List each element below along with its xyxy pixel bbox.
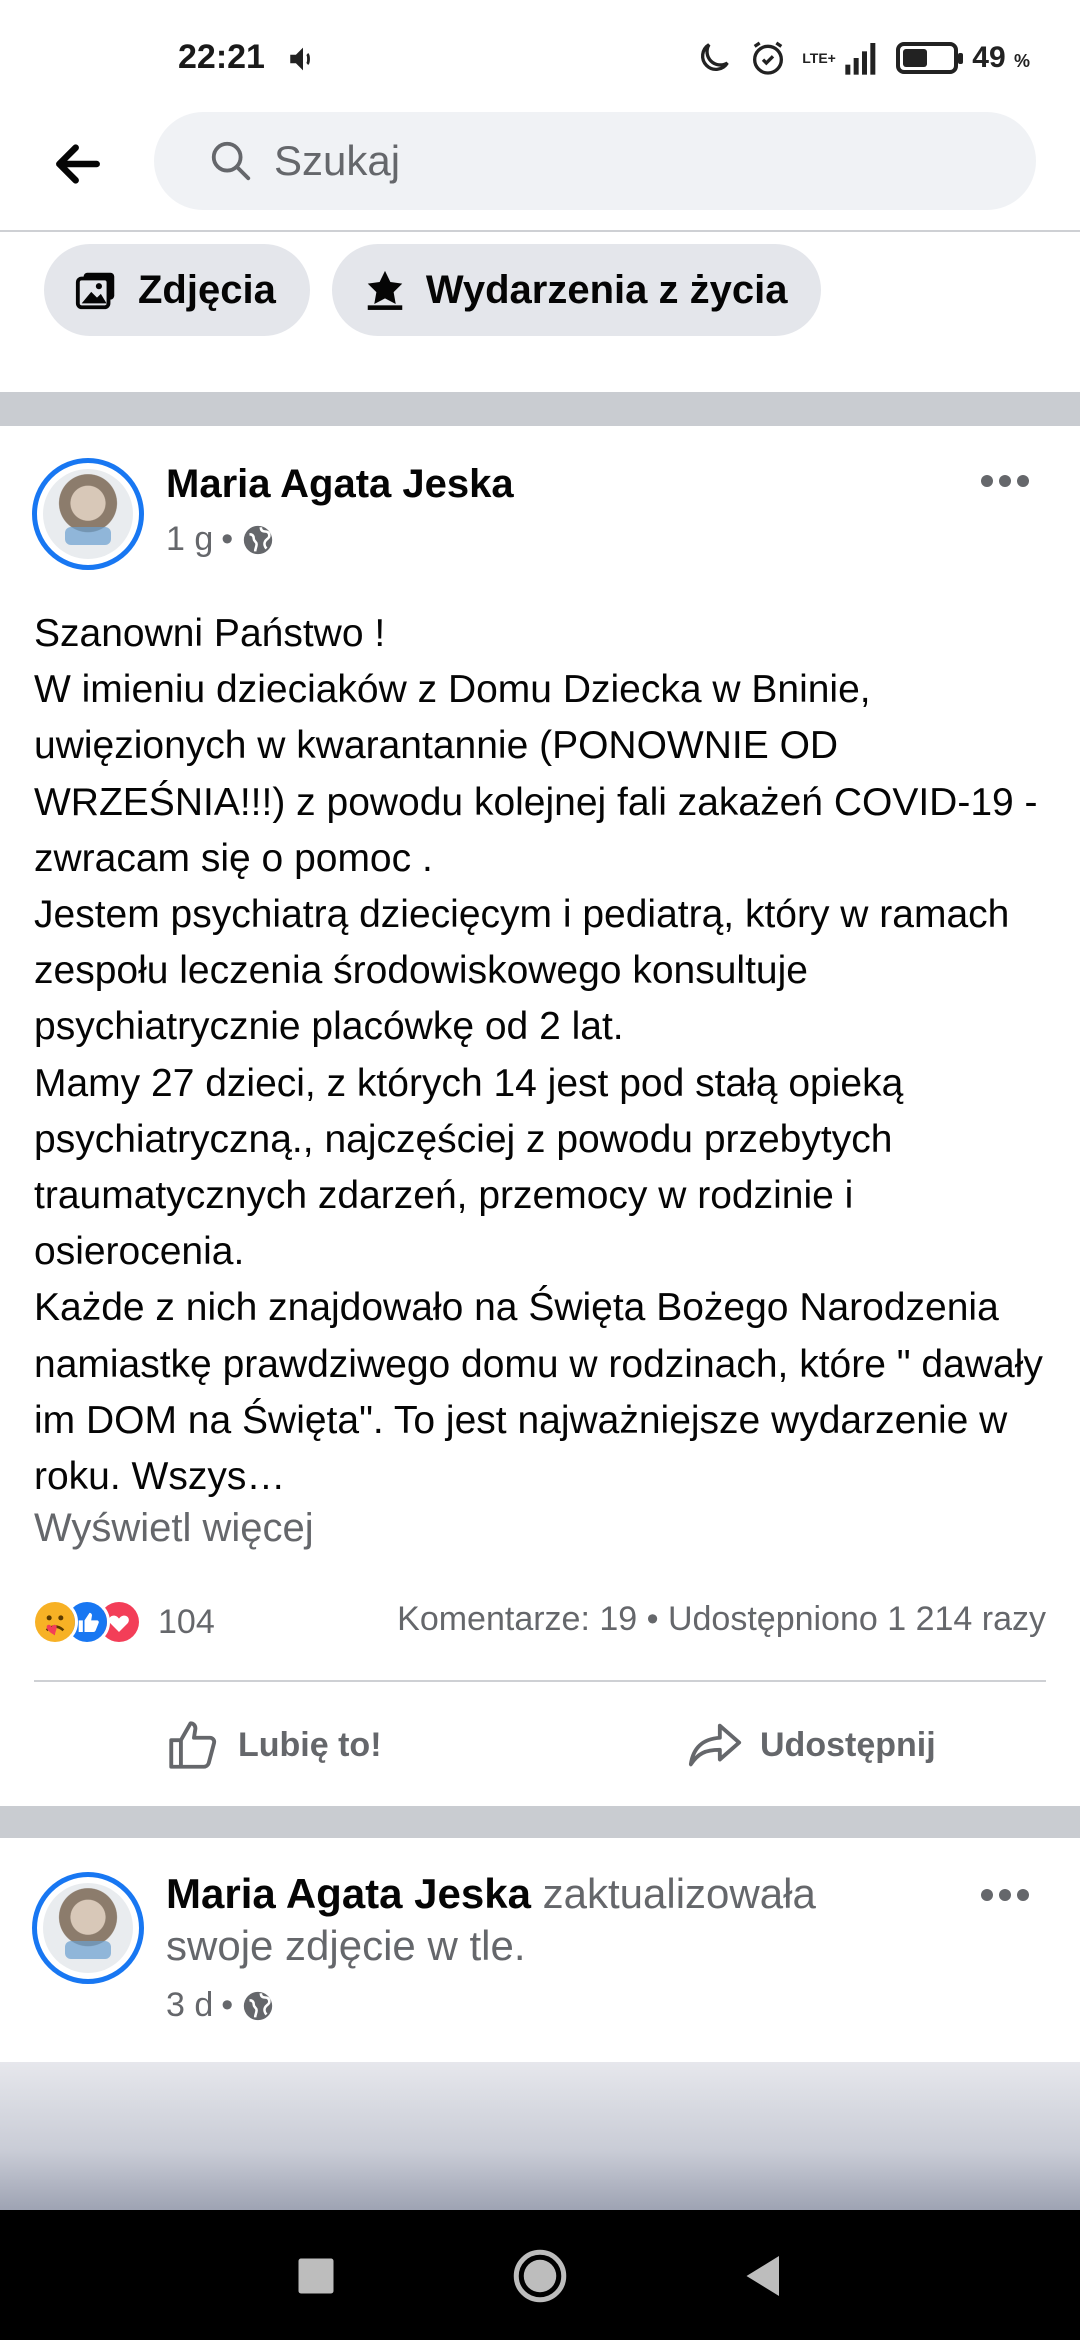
action-divider (34, 1680, 1046, 1682)
status-time: 22:21 (178, 38, 265, 76)
thumbs-up-icon (169, 1721, 217, 1769)
battery-icon (896, 42, 964, 74)
share-button[interactable]: Udostępnij (686, 1710, 936, 1780)
home-circle-icon[interactable] (510, 2246, 570, 2306)
post-divider (0, 1806, 1080, 1838)
recents-square-icon[interactable] (286, 2246, 346, 2306)
reactions-summary[interactable]: 104 (32, 1596, 215, 1648)
photos-icon (75, 272, 115, 310)
back-arrow-icon[interactable] (50, 136, 106, 192)
back-triangle-icon[interactable] (734, 2246, 794, 2306)
status-icons: LTE+ 49 % (694, 38, 1030, 78)
battery-percent: 49 % (972, 41, 1030, 74)
post2-headline: Maria Agata Jeska zaktualizowała swoje z… (166, 1868, 886, 1972)
system-nav-bar (0, 2210, 1080, 2340)
cover-photo[interactable] (0, 2062, 1080, 2210)
chip-photos[interactable]: Zdjęcia (44, 244, 310, 336)
post-time[interactable]: 1 g (166, 520, 213, 559)
search-header (0, 110, 1080, 232)
avatar[interactable] (32, 1872, 144, 1984)
chip-photos-label: Zdjęcia (138, 267, 276, 312)
meta-separator: • (221, 1986, 234, 2024)
search-icon (211, 141, 251, 181)
care-reaction-icon (32, 1599, 78, 1645)
post-header: Maria Agata Jeska 1 g • (0, 458, 1080, 588)
like-label: Lubię to! (238, 1725, 382, 1764)
share-label: Udostępnij (760, 1725, 936, 1764)
globe-icon (244, 525, 273, 554)
network-type: LTE+ (802, 50, 836, 66)
status-bar: 22:21 LTE+ 49 % (0, 0, 1080, 110)
globe-icon (244, 1991, 273, 2020)
see-more-link[interactable]: Wyświetl więcej (34, 1506, 314, 1551)
section-divider (0, 392, 1080, 426)
life-event-star-icon (367, 270, 403, 310)
more-options-icon[interactable] (978, 1880, 1032, 1910)
reaction-count: 104 (158, 1602, 215, 1641)
post2-meta: 3 d • (166, 1986, 275, 2025)
post2-author[interactable]: Maria Agata Jeska (166, 1870, 531, 1917)
alarm-icon (753, 41, 784, 75)
post2-time[interactable]: 3 d (166, 1986, 213, 2025)
share-arrow-icon (688, 1723, 742, 1767)
signal-icon (845, 43, 876, 75)
post-body: Szanowni Państwo ! W imieniu dzieciaków … (34, 612, 1043, 1499)
post-author[interactable]: Maria Agata Jeska (166, 462, 514, 507)
more-options-icon[interactable] (978, 466, 1032, 496)
search-input[interactable] (274, 137, 974, 185)
meta-separator: • (221, 520, 234, 558)
chip-life-events-label: Wydarzenia z życia (425, 267, 788, 312)
moon-icon (701, 43, 730, 71)
chip-life-events[interactable]: Wydarzenia z życia (331, 244, 822, 336)
avatar[interactable] (32, 458, 144, 570)
post-meta: 1 g • (166, 520, 275, 559)
like-button[interactable]: Lubię to! (164, 1710, 382, 1780)
volume-icon (290, 47, 310, 71)
filter-chips: Zdjęcia Wydarzenia z życia (0, 244, 1080, 336)
post-stats[interactable]: Komentarze: 19 • Udostępniono 1 214 razy (397, 1600, 1046, 1639)
search-bar[interactable] (154, 112, 1036, 210)
